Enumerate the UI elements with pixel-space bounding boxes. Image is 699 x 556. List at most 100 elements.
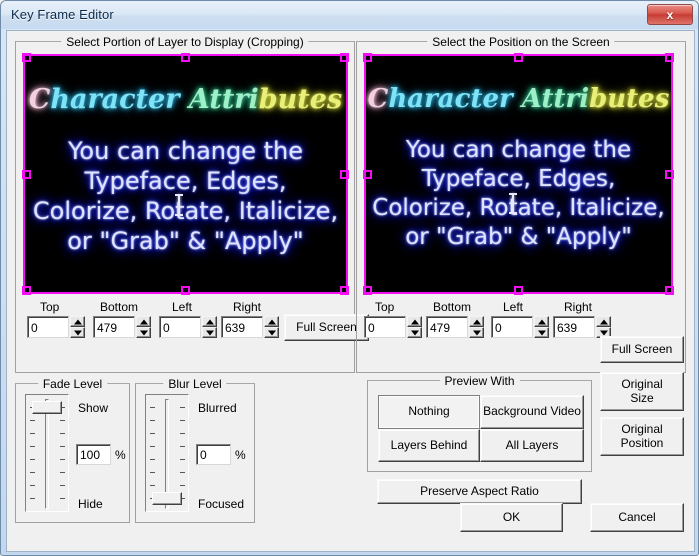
position-top-input[interactable]: 0 [364, 316, 406, 338]
crop-top-stepper-up[interactable] [70, 316, 85, 327]
original-size-line2: Size [630, 390, 654, 405]
blur-level-legend: Blur Level [163, 377, 227, 391]
window-title: Key Frame Editor [11, 7, 114, 22]
preview-title-part-1: C [28, 84, 51, 115]
position-bottom-label: Bottom [433, 300, 472, 314]
crop-left-input[interactable]: 0 [159, 316, 201, 338]
fade-hide-label: Hide [78, 497, 103, 511]
position-top-stepper-up[interactable] [407, 316, 422, 327]
blur-unit-label: % [235, 448, 246, 462]
fade-level-legend: Fade Level [37, 377, 108, 391]
position-handle-middle-right[interactable] [665, 170, 674, 179]
fade-slider-track-frame[interactable] [25, 394, 69, 512]
blur-value-input[interactable]: 0 [196, 444, 231, 465]
crop-preview[interactable]: Character Attributes You can change the … [22, 53, 349, 295]
position-right-stepper[interactable] [596, 316, 611, 338]
position-left-input[interactable]: 0 [491, 316, 533, 338]
position-preview-line-3: Colorize, Rotate, Italicize, [372, 195, 665, 221]
original-position-button[interactable]: Original Position [600, 417, 684, 456]
position-preview-line-4: or "Grab" & "Apply" [405, 224, 632, 250]
preview-option-nothing[interactable]: Nothing [378, 395, 480, 429]
crop-right-stepper-down[interactable] [264, 327, 279, 338]
crop-top-stepper-down[interactable] [70, 327, 85, 338]
preserve-aspect-ratio-button[interactable]: Preserve Aspect Ratio [377, 479, 582, 504]
crop-bottom-stepper[interactable] [136, 316, 151, 338]
preview-option-background-video[interactable]: Background Video [480, 395, 584, 429]
crop-handle-bottom-right[interactable] [340, 286, 349, 295]
preview-title-part-3: Attri [179, 84, 259, 115]
preview-line-4: or "Grab" & "Apply" [67, 227, 304, 255]
fade-slider-thumb[interactable] [32, 401, 62, 414]
crop-left-stepper-down[interactable] [202, 327, 217, 338]
blur-slider-thumb[interactable] [152, 492, 182, 505]
position-handle-middle-left[interactable] [363, 170, 372, 179]
position-top-label: Top [375, 300, 395, 314]
close-icon[interactable]: x [647, 4, 693, 25]
position-preview-line-2: Typeface, Edges, [421, 166, 616, 192]
preview-title-text: Character Attributes [23, 84, 348, 115]
position-handle-top-right[interactable] [665, 53, 674, 62]
crop-handle-top-right[interactable] [340, 53, 349, 62]
original-position-line1: Original [621, 421, 663, 436]
cropping-group-legend: Select Portion of Layer to Display (Crop… [61, 35, 309, 49]
position-right-input[interactable]: 639 [553, 316, 595, 338]
original-position-line2: Position [620, 435, 664, 450]
position-handle-top-left[interactable] [363, 53, 372, 62]
position-left-label: Left [503, 300, 524, 314]
position-group-legend: Select the Position on the Screen [427, 35, 615, 49]
position-top-stepper-down[interactable] [407, 327, 422, 338]
crop-handle-bottom-left[interactable] [22, 286, 31, 295]
crop-left-stepper[interactable] [202, 316, 217, 338]
crop-top-input[interactable]: 0 [27, 316, 69, 338]
blur-focused-label: Focused [198, 497, 245, 511]
fade-unit-label: % [115, 448, 126, 462]
position-handle-top-center[interactable] [514, 53, 523, 62]
crop-right-input[interactable]: 639 [221, 316, 263, 338]
crop-handle-top-left[interactable] [22, 53, 31, 62]
position-left-stepper[interactable] [534, 316, 549, 338]
position-bottom-stepper[interactable] [469, 316, 484, 338]
position-handle-bottom-left[interactable] [363, 286, 372, 295]
ok-button[interactable]: OK [460, 503, 563, 532]
crop-handle-middle-left[interactable] [22, 170, 31, 179]
cancel-button[interactable]: Cancel [590, 503, 684, 532]
position-handle-bottom-right[interactable] [665, 286, 674, 295]
crop-handle-bottom-center[interactable] [181, 286, 190, 295]
crop-bottom-input[interactable]: 479 [93, 316, 135, 338]
key-frame-editor-window: Key Frame Editor x Select Portion of Lay… [0, 0, 699, 556]
fade-value-input[interactable]: 100 [76, 444, 111, 465]
crop-bottom-stepper-down[interactable] [136, 327, 151, 338]
position-handle-bottom-center[interactable] [514, 286, 523, 295]
position-title-part-2: haracter [388, 84, 513, 114]
position-preview[interactable]: Character Attributes You can change the … [363, 53, 674, 295]
fade-level-group: Fade Level Show Hide 100 % [15, 377, 130, 523]
crop-bottom-stepper-up[interactable] [136, 316, 151, 327]
preview-line-3: Colorize, Rotate, Italicize, [32, 197, 339, 225]
crop-handle-top-center[interactable] [181, 53, 190, 62]
position-top-stepper[interactable] [407, 316, 422, 338]
crop-top-label: Top [40, 300, 60, 314]
position-right-label: Right [564, 300, 593, 314]
position-full-screen-button[interactable]: Full Screen [600, 336, 684, 363]
blur-level-group: Blur Level Blurred Focused 0 % [135, 377, 255, 523]
crop-preview-canvas: Character Attributes You can change the … [23, 54, 348, 294]
position-right-stepper-up[interactable] [596, 316, 611, 327]
crop-right-stepper[interactable] [264, 316, 279, 338]
blur-slider-track-frame[interactable] [145, 394, 189, 512]
crop-left-stepper-up[interactable] [202, 316, 217, 327]
crop-right-stepper-up[interactable] [264, 316, 279, 327]
preview-option-layers-behind[interactable]: Layers Behind [378, 429, 480, 462]
crop-top-stepper[interactable] [70, 316, 85, 338]
position-bottom-input[interactable]: 479 [426, 316, 468, 338]
position-bottom-stepper-down[interactable] [469, 327, 484, 338]
crop-handle-middle-right[interactable] [340, 170, 349, 179]
original-size-button[interactable]: Original Size [600, 372, 684, 411]
position-left-stepper-down[interactable] [534, 327, 549, 338]
position-preview-line-1: You can change the [405, 137, 632, 163]
position-preview-canvas: Character Attributes You can change the … [364, 54, 673, 294]
preview-title-part-4: butes [258, 84, 343, 115]
position-bottom-stepper-up[interactable] [469, 316, 484, 327]
preview-option-all-layers[interactable]: All Layers [480, 429, 584, 462]
position-left-stepper-up[interactable] [534, 316, 549, 327]
text-cursor-icon [175, 194, 183, 216]
